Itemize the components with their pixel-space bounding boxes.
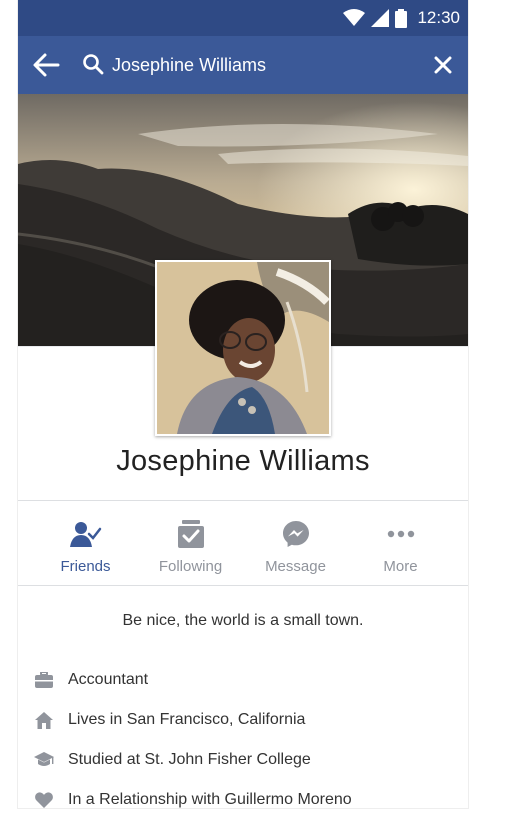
location-text: Lives in San Francisco, California bbox=[68, 711, 306, 728]
relationship-text: In a Relationship with Guillermo Moreno bbox=[68, 791, 352, 808]
divider bbox=[18, 585, 468, 586]
profile-actions: Friends Following Message More bbox=[18, 504, 468, 584]
status-icons: 12:30 bbox=[343, 8, 460, 28]
following-inbox-icon bbox=[138, 518, 243, 550]
about-list: Accountant Lives in San Francisco, Calif… bbox=[34, 660, 454, 808]
messenger-icon bbox=[243, 518, 348, 550]
search-icon bbox=[83, 54, 104, 75]
following-button[interactable]: Following bbox=[138, 504, 243, 584]
search-bar bbox=[18, 36, 468, 94]
signal-icon bbox=[371, 9, 390, 27]
list-item: Accountant bbox=[34, 660, 454, 700]
battery-icon bbox=[395, 8, 408, 28]
education-text: Studied at St. John Fisher College bbox=[68, 751, 311, 768]
divider bbox=[18, 500, 468, 501]
back-arrow-icon[interactable] bbox=[32, 52, 60, 78]
message-button[interactable]: Message bbox=[243, 504, 348, 584]
following-label: Following bbox=[158, 558, 223, 575]
profile-photo[interactable] bbox=[155, 260, 331, 436]
status-bar: 12:30 bbox=[18, 0, 468, 36]
briefcase-icon bbox=[34, 670, 54, 690]
close-icon[interactable] bbox=[434, 56, 452, 74]
more-button[interactable]: More bbox=[348, 504, 453, 584]
work-text: Accountant bbox=[68, 671, 149, 688]
search-input[interactable] bbox=[112, 50, 412, 80]
list-item: In a Relationship with Guillermo Moreno bbox=[34, 780, 454, 808]
status-time: 12:30 bbox=[417, 8, 460, 27]
more-dots-icon bbox=[348, 518, 453, 550]
phone-screen: 12:30 Josephine Williams Josephine Willi… bbox=[18, 0, 468, 808]
home-icon bbox=[34, 710, 54, 730]
list-item: Lives in San Francisco, California bbox=[34, 700, 454, 740]
friends-check-icon bbox=[33, 518, 138, 550]
friends-label: Friends bbox=[60, 558, 111, 575]
avatar bbox=[157, 262, 329, 434]
profile-bio: Be nice, the world is a small town. bbox=[122, 612, 364, 629]
friends-button[interactable]: Friends bbox=[33, 504, 138, 584]
heart-icon bbox=[34, 790, 54, 808]
message-label: Message bbox=[265, 558, 326, 575]
list-item: Studied at St. John Fisher College bbox=[34, 740, 454, 780]
profile-name: Josephine Williams bbox=[116, 445, 370, 477]
graduation-cap-icon bbox=[34, 750, 54, 770]
more-label: More bbox=[383, 558, 418, 575]
wifi-icon bbox=[343, 9, 366, 26]
